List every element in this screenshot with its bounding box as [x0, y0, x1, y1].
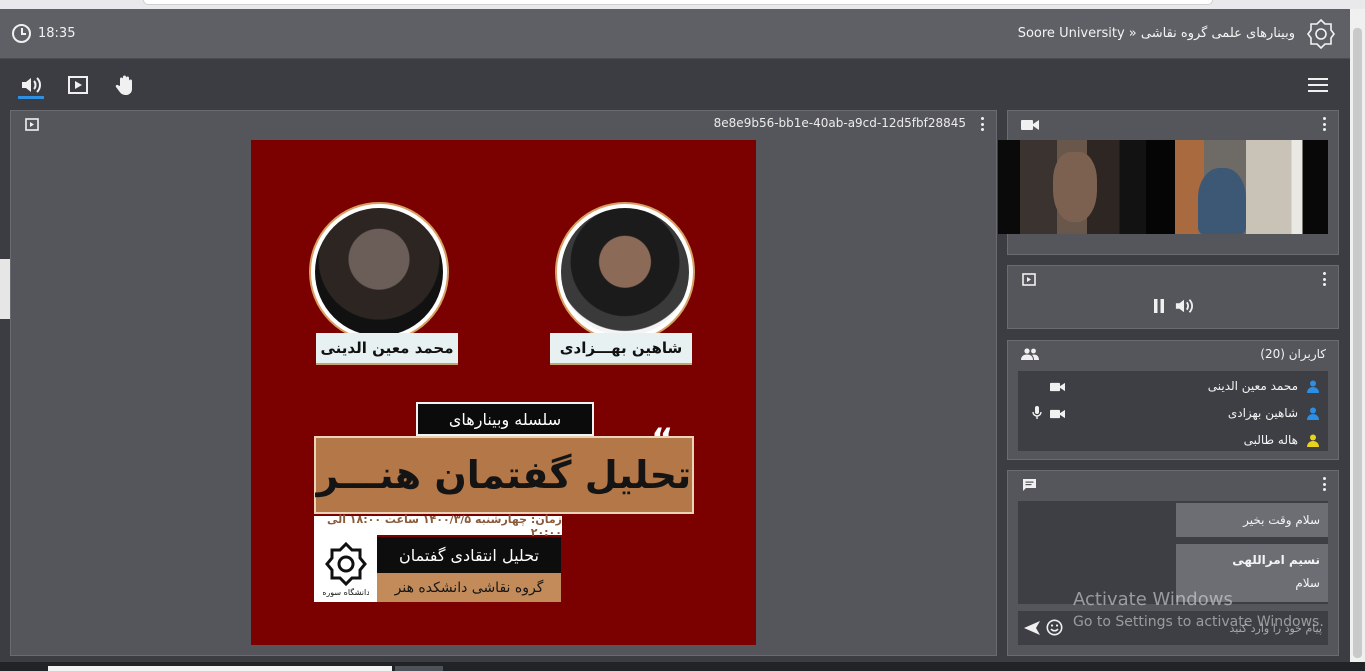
user-icon	[1307, 380, 1319, 393]
media-panel	[1007, 265, 1339, 329]
camera-on-icon	[1050, 382, 1065, 392]
send-icon[interactable]	[1023, 620, 1041, 636]
speaker-portrait-left	[309, 202, 449, 342]
more-options-icon[interactable]	[1322, 117, 1326, 131]
address-bar[interactable]	[143, 0, 1213, 5]
user-row[interactable]: محمد معین الدینی	[1018, 374, 1328, 400]
more-options-icon[interactable]	[1322, 477, 1326, 491]
taskbar	[0, 662, 1365, 671]
chat-message-text: سلام وقت بخیر	[1243, 513, 1320, 527]
webcams-panel	[998, 110, 1339, 255]
users-list: محمد معین الدینی شاهین بهزادی هاله طالبی	[1018, 371, 1328, 451]
webcam-feed-2[interactable]	[1146, 140, 1328, 234]
volume-icon[interactable]	[1174, 297, 1194, 315]
presentation-slide: محمد معین الدینی شاهین بهـــزادی سلسله و…	[251, 140, 756, 645]
user-name: شاهین بهزادی	[1227, 406, 1298, 420]
emoji-icon[interactable]	[1046, 619, 1063, 636]
user-row[interactable]: شاهین بهزادی	[1018, 401, 1328, 427]
presentation-panel: 8e8e9b56-bb1e-40ab-a9cd-12d5fbf28845 محم…	[10, 110, 997, 656]
scrollbar-thumb[interactable]	[1353, 28, 1362, 658]
webcam-feed-1[interactable]	[998, 140, 1146, 234]
poster-subtitle: تحلیل انتقادی گفتمان	[377, 537, 561, 573]
presentation-icon[interactable]	[65, 72, 91, 98]
series-label: سلسله وبینارهای	[416, 402, 594, 436]
raise-hand-icon[interactable]	[112, 72, 138, 98]
chat-message: سلام وقت بخیر	[1176, 503, 1328, 537]
poster-date: زمان: چهارشنبه ۱۴۰۰/۳/۵ ساعت ۱۸:۰۰ الی ۲…	[314, 513, 562, 539]
user-name: هاله طالبی	[1243, 433, 1298, 447]
session-clock: 18:35	[12, 24, 75, 43]
page-title: Soore University » وبینارهای علمی گروه ن…	[1017, 26, 1295, 41]
activation-watermark-title: Activate Windows	[1073, 589, 1233, 610]
active-tab-indicator	[18, 96, 44, 99]
presentation-icon	[1022, 273, 1036, 286]
activation-watermark-text: Go to Settings to activate Windows.	[1073, 614, 1324, 630]
document-id: 8e8e9b56-bb1e-40ab-a9cd-12d5fbf28845	[713, 116, 966, 130]
taskbar-item[interactable]	[395, 666, 443, 671]
speaker-name-right: شاهین بهـــزادی	[550, 333, 692, 365]
taskbar-item[interactable]	[48, 666, 392, 671]
user-name: محمد معین الدینی	[1207, 379, 1298, 393]
pause-icon[interactable]	[1152, 298, 1166, 314]
users-count-title: کاربران (20)	[1260, 347, 1326, 361]
action-toolbar	[0, 60, 1350, 106]
university-logo-icon	[1307, 18, 1335, 50]
app-header: 18:35 Soore University » وبینارهای علمی …	[0, 9, 1350, 59]
user-row[interactable]: هاله طالبی	[1018, 428, 1328, 451]
user-icon	[1307, 434, 1319, 447]
users-icon	[1021, 348, 1039, 360]
poster-group: گروه نقاشی دانشکده هنر	[377, 573, 561, 602]
camera-on-icon	[1050, 409, 1065, 419]
menu-icon[interactable]	[1308, 78, 1328, 92]
browser-chrome	[0, 0, 1365, 9]
poster-title: تحلیل گفتمان هنـــر	[314, 436, 694, 514]
chat-message-sender: نسیم امراللهی	[1232, 553, 1320, 567]
speaker-name-left: محمد معین الدینی	[316, 333, 458, 365]
user-icon	[1307, 407, 1319, 420]
users-panel: کاربران (20) محمد معین الدینی شاهین بهزا…	[1007, 340, 1339, 460]
video-camera-icon	[1021, 120, 1039, 130]
chat-icon	[1023, 479, 1036, 491]
clock-time: 18:35	[38, 26, 76, 41]
chat-message-text: سلام	[1295, 576, 1320, 590]
seal-caption: دانشگاه سوره	[323, 587, 369, 597]
clock-icon	[12, 24, 31, 43]
microphone-icon	[1032, 406, 1042, 419]
more-options-icon[interactable]	[980, 117, 984, 131]
speaker-icon[interactable]	[18, 72, 44, 98]
more-options-icon[interactable]	[1322, 272, 1326, 286]
presentation-icon	[25, 118, 39, 131]
university-seal-icon: دانشگاه سوره	[314, 535, 377, 602]
speaker-portrait-right	[555, 202, 695, 342]
